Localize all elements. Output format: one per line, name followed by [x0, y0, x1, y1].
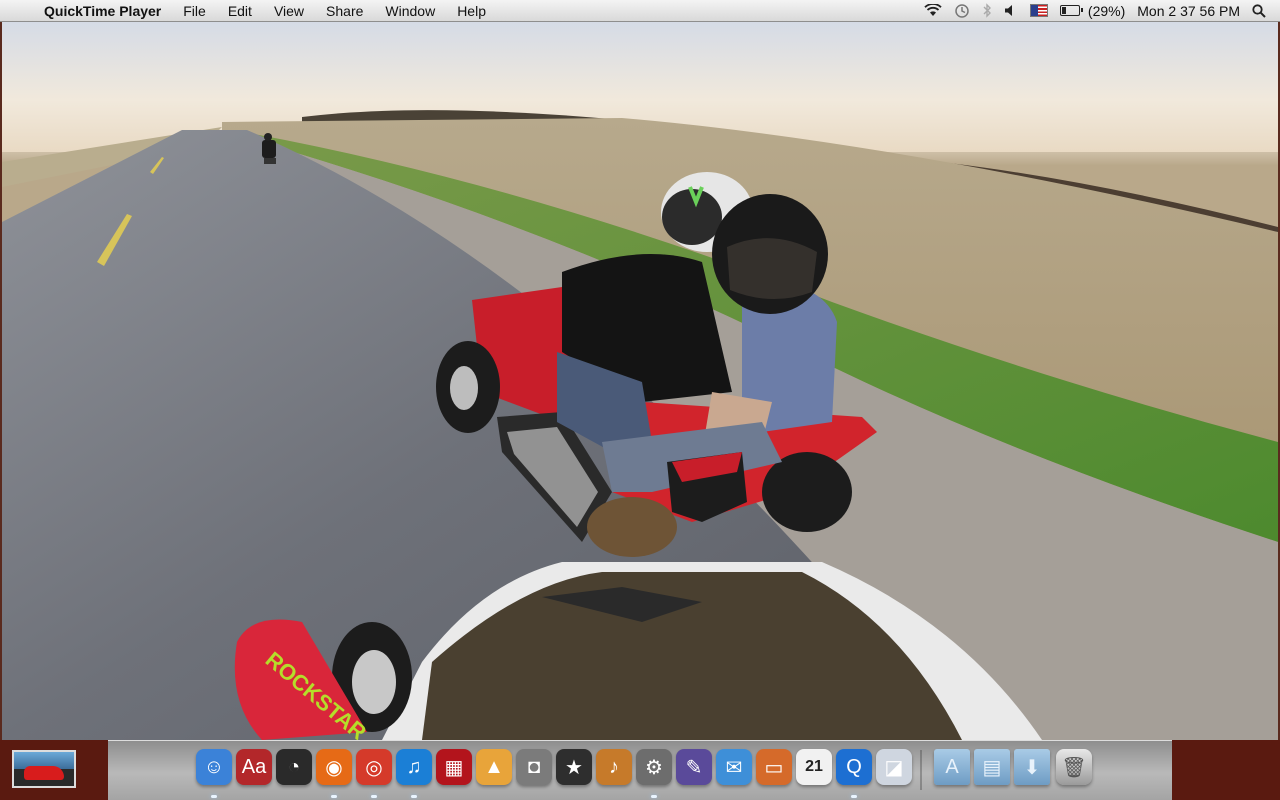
menu-clock[interactable]: Mon 2 37 56 PM [1137, 3, 1240, 19]
dashboard-icon[interactable]: ◔ [276, 749, 312, 785]
battery-percentage: (29%) [1087, 2, 1126, 19]
dock: ☺ Aa ◔ ◉ ◎ ♫ ▦ ▲ ◘ ★ ♪ ⚙ ✎ ✉ ▭ 21 Q ◪ A ▤ ⬇ 🗑 [108, 740, 1172, 800]
trash-icon[interactable]: 🗑 [1056, 749, 1092, 785]
mail-icon[interactable]: ✉ [716, 749, 752, 785]
system-preferences-icon[interactable]: ⚙ [636, 749, 672, 785]
menu-app-name[interactable]: QuickTime Player [40, 3, 172, 19]
menu-file[interactable]: File [172, 3, 217, 19]
menu-view[interactable]: View [263, 3, 315, 19]
wifi-icon[interactable] [924, 4, 942, 17]
system-preferences-running-indicator [651, 795, 657, 798]
documents-folder-icon[interactable]: ▤ [974, 749, 1010, 785]
menu-share[interactable]: Share [315, 3, 374, 19]
menu-help[interactable]: Help [446, 3, 497, 19]
dictionary-icon[interactable]: Aa [236, 749, 272, 785]
video-player[interactable]: ROCKSTAR [2, 22, 1278, 740]
photo-booth-icon[interactable]: ▦ [436, 749, 472, 785]
iphoto-icon[interactable]: ▲ [476, 749, 512, 785]
minimized-window-thumbnail[interactable] [12, 750, 76, 788]
desktop-right [1172, 740, 1280, 800]
garageband-icon[interactable]: ♪ [596, 749, 632, 785]
firefox-icon[interactable]: ◉ [316, 749, 352, 785]
chrome-running-indicator [371, 795, 377, 798]
preview-icon[interactable]: ◪ [876, 749, 912, 785]
finder-running-indicator [211, 795, 217, 798]
bluetooth-icon[interactable] [982, 3, 992, 18]
menu-window[interactable]: Window [374, 3, 446, 19]
applications-folder-icon[interactable]: A [934, 749, 970, 785]
calendar-icon[interactable]: 21 [796, 749, 832, 785]
chrome-icon[interactable]: ◎ [356, 749, 392, 785]
battery-status[interactable]: (29%) [1059, 2, 1126, 19]
imovie-icon[interactable]: ★ [556, 749, 592, 785]
spotlight-search-icon[interactable] [1252, 3, 1266, 18]
quicktime-icon[interactable]: Q [836, 749, 872, 785]
image-capture-icon[interactable]: ◘ [516, 749, 552, 785]
volume-icon[interactable] [1004, 4, 1018, 17]
input-source-flag-icon[interactable] [1029, 4, 1048, 17]
itunes-running-indicator [411, 795, 417, 798]
dock-separator [920, 750, 922, 790]
time-machine-icon[interactable] [954, 3, 970, 19]
quicktime-running-indicator [851, 795, 857, 798]
finder-icon[interactable]: ☺ [196, 749, 232, 785]
automator-icon[interactable]: ✎ [676, 749, 712, 785]
downloads-folder-icon[interactable]: ⬇ [1014, 749, 1050, 785]
firefox-running-indicator [331, 795, 337, 798]
status-menus: (29%) Mon 2 37 56 PM [918, 0, 1280, 22]
menu-bar: QuickTime Player File Edit View Share Wi… [0, 0, 1280, 22]
itunes-icon[interactable]: ♫ [396, 749, 432, 785]
menu-edit[interactable]: Edit [217, 3, 263, 19]
keynote-icon[interactable]: ▭ [756, 749, 792, 785]
battery-icon [1059, 5, 1083, 16]
